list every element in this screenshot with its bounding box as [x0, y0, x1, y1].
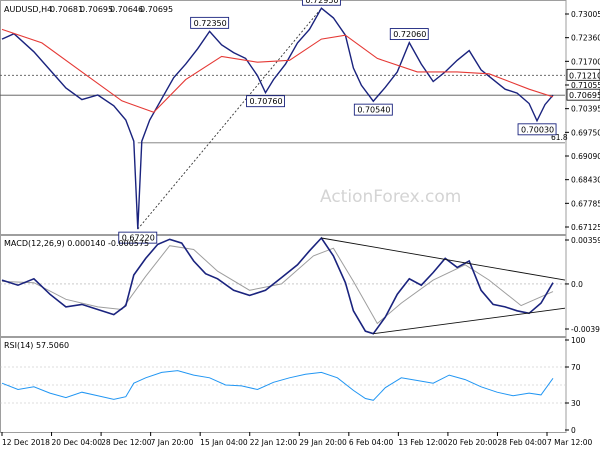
price-y-tick-label: 0.73005 — [571, 10, 600, 19]
price-y-tick-label: 0.69750 — [571, 128, 600, 137]
rising-trendline — [137, 7, 322, 230]
price-y-tick-label: 0.71055 — [571, 81, 600, 90]
rsi-y-tick-label: 70 — [571, 363, 581, 372]
macd-upper-trendline — [321, 237, 566, 281]
price-callout-label: 0.70030 — [521, 125, 554, 134]
rsi-y-tick-label: 100 — [571, 336, 586, 345]
price-ohlc-value: 0.70681 — [50, 5, 83, 14]
x-tick-label: 7 Mar 12:00 — [547, 438, 593, 447]
price-y-tick-label: 0.72360 — [571, 34, 600, 43]
x-tick-label: 12 Dec 2018 — [2, 438, 50, 447]
x-tick-label: 22 Jan 12:00 — [250, 438, 298, 447]
rsi-y-tick-label: 0 — [571, 426, 576, 435]
x-tick-label: 20 Feb 20:00 — [448, 438, 497, 447]
price-ohlc-value: 0.70695 — [140, 5, 173, 14]
pane-frame-1 — [0, 0, 567, 236]
x-tick-label: 6 Feb 04:00 — [349, 438, 394, 447]
macd-lower-trendline — [373, 307, 566, 335]
macd-y-tick-label: -0.003986 — [571, 325, 600, 334]
pane-frame-2 — [0, 234, 567, 338]
price-series-line — [1, 7, 554, 230]
macd-line — [1, 236, 554, 335]
macd-y-tick-label: 0.0 — [571, 280, 583, 289]
price-callout-label: 0.70540 — [357, 106, 390, 115]
chart-svg: ActionForex.comAUDUSD,H40.706810.706950.… — [0, 0, 600, 447]
price-y-tick-label: 0.71700 — [571, 57, 600, 66]
x-tick-label: 15 Jan 04:00 — [200, 438, 248, 447]
price-callout-label: 0.72060 — [393, 30, 426, 39]
x-tick-label: 28 Feb 04:00 — [497, 438, 546, 447]
watermark-text: ActionForex.com — [320, 187, 461, 207]
chart-stage: ActionForex.com AUDUSD,H4 0.70681 0.70695 0.… — [0, 0, 600, 450]
x-tick-label: 7 Jan 20:00 — [151, 438, 194, 447]
price-callout-label: 0.72950 — [305, 0, 338, 5]
macd-pane-title: MACD(12,26,9) 0.000140 -0.000575 — [4, 239, 149, 248]
macd-signal-line — [1, 245, 554, 325]
price-y-tick-label: 0.67785 — [571, 199, 600, 208]
x-tick-label: 20 Dec 04:00 — [52, 438, 103, 447]
price-y-tick-label: 0.70395 — [571, 105, 600, 114]
current-price-label: 0.70695 — [569, 91, 600, 100]
rsi-y-tick-label: 30 — [571, 399, 581, 408]
price-y-tick-label: 0.69090 — [571, 152, 600, 161]
macd-y-tick-label: 0.003592 — [571, 236, 600, 245]
price-y-tick-label: 0.67125 — [571, 223, 600, 232]
price-y-tick-label: 0.68430 — [571, 176, 600, 185]
rsi-pane-title: RSI(14) 57.5060 — [4, 341, 69, 350]
price-ohlc-value: 0.70646 — [110, 5, 143, 14]
price-pane-title: AUDUSD,H4 — [4, 5, 52, 14]
rsi-line — [1, 370, 554, 401]
x-tick-label: 13 Feb 12:00 — [398, 438, 447, 447]
price-ohlc-value: 0.70695 — [80, 5, 113, 14]
price-callout-label: 0.70760 — [250, 97, 283, 106]
level-tag-label: 0.71210 — [569, 71, 600, 80]
x-tick-label: 28 Dec 12:00 — [101, 438, 152, 447]
x-tick-label: 29 Jan 20:00 — [299, 438, 347, 447]
price-callout-label: 0.72350 — [194, 19, 227, 28]
pane-frame-3 — [0, 336, 567, 433]
